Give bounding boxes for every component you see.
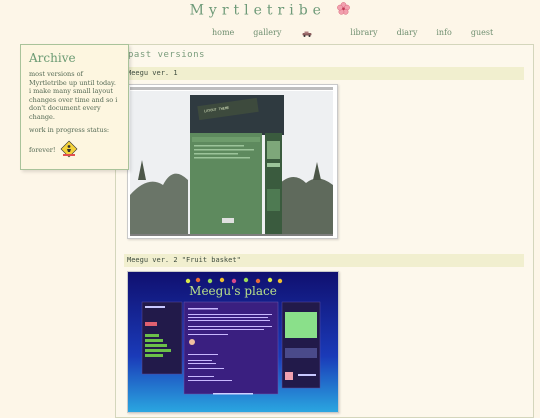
nav-item-gallery-label: gallery bbox=[253, 28, 282, 37]
status-label: work in progress status: bbox=[29, 126, 110, 134]
status-value: forever! bbox=[29, 146, 56, 155]
hibiscus-flower-icon bbox=[337, 2, 351, 19]
nav-item-info[interactable]: info bbox=[436, 28, 452, 40]
version-1-screenshot[interactable]: LAYOUT THEME bbox=[127, 84, 338, 239]
main-nav: home gallery library diary info guest bbox=[212, 28, 512, 40]
status-row: forever! bbox=[29, 140, 120, 162]
car-icon bbox=[302, 30, 312, 37]
layout-screenshot-v1: LAYOUT THEME bbox=[128, 85, 337, 238]
layout-v2-title: Meegu's place bbox=[189, 284, 277, 298]
nav-item-library[interactable]: library bbox=[350, 28, 377, 40]
layout-screenshot-v2: Meegu's place bbox=[128, 272, 338, 412]
nav-item-guest[interactable]: guest bbox=[471, 28, 493, 40]
site-title-text: Myrtletribe bbox=[189, 2, 326, 19]
nav-item-diary[interactable]: diary bbox=[397, 28, 418, 40]
construction-sign-icon bbox=[60, 140, 78, 162]
nav-item-gallery[interactable]: gallery bbox=[253, 28, 331, 40]
archive-title: Archive bbox=[29, 51, 76, 65]
site-title[interactable]: Myrtletribe bbox=[0, 2, 540, 19]
archive-description: most versions of Myrtletribe up until to… bbox=[29, 70, 118, 121]
section-title: past versions bbox=[128, 50, 205, 60]
archive-sidebar: Archive most versions of Myrtletribe up … bbox=[20, 44, 129, 170]
version-label-2: Meegu ver. 2 "Fruit basket" bbox=[124, 254, 524, 267]
version-2-screenshot[interactable]: Meegu's place bbox=[127, 271, 339, 413]
version-label-1: Meegu ver. 1 bbox=[124, 67, 524, 80]
nav-item-home[interactable]: home bbox=[212, 28, 234, 40]
